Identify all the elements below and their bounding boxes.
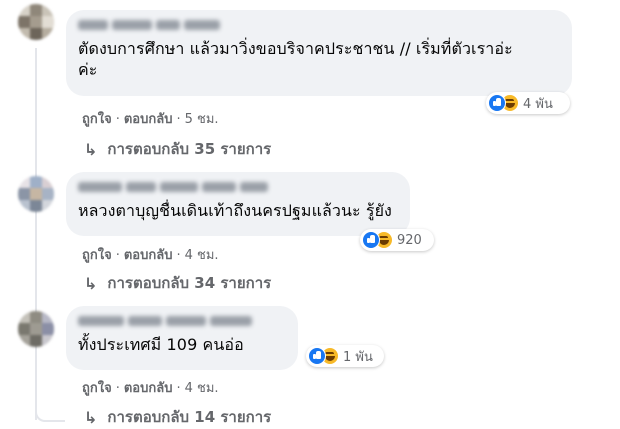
timestamp[interactable]: 4 ชม. (185, 248, 219, 263)
reaction-summary[interactable]: 4 พัน (486, 92, 570, 114)
comment-text: ทั้งประเทศมี 109 คนอ่อ (78, 335, 244, 354)
replies-count-label: การตอบกลับ 14 รายการ (107, 408, 272, 426)
comment-actions: ถูกใจ · ตอบกลับ · 5 ชม. (82, 108, 219, 129)
thread-connector (35, 400, 65, 422)
timestamp[interactable]: 5 ชม. (185, 112, 219, 127)
separator: · (176, 112, 181, 127)
separator: · (176, 381, 181, 396)
reply-arrow-icon: ↳ (84, 139, 98, 159)
like-button[interactable]: ถูกใจ (82, 381, 112, 396)
like-button[interactable]: ถูกใจ (82, 112, 112, 127)
comment-bubble: ตัดงบการศึกษา แล้วมาวิ่งขอบริจาคประชาชน … (66, 10, 572, 96)
thread-line (35, 48, 37, 420)
comment-bubble: ทั้งประเทศมี 109 คนอ่อ (66, 306, 298, 370)
reply-button[interactable]: ตอบกลับ (124, 248, 173, 263)
commenter-name[interactable] (78, 18, 560, 32)
comment-text: หลวงตาบุญชื่นเดินเท้าถึงนครปฐมแล้วนะ รู้… (78, 201, 392, 220)
separator: · (115, 248, 120, 263)
comment-text: ตัดงบการศึกษา แล้วมาวิ่งขอบริจาคประชาชน … (78, 39, 513, 58)
view-replies-link[interactable]: ↳ การตอบกลับ 34 รายการ (84, 271, 271, 295)
replies-count-label: การตอบกลับ 35 รายการ (107, 140, 272, 158)
separator: · (176, 248, 181, 263)
commenter-name[interactable] (78, 180, 398, 194)
reply-button[interactable]: ตอบกลับ (124, 381, 173, 396)
commenter-name[interactable] (78, 314, 286, 328)
reaction-count: 1 พัน (343, 349, 373, 365)
comment-actions: ถูกใจ · ตอบกลับ · 4 ชม. (82, 377, 219, 398)
separator: · (115, 381, 120, 396)
like-button[interactable]: ถูกใจ (82, 248, 112, 263)
separator: · (115, 112, 120, 127)
avatar[interactable] (18, 176, 54, 212)
reaction-count: 920 (397, 232, 422, 248)
reaction-count: 4 พัน (523, 96, 553, 112)
comment-bubble: หลวงตาบุญชื่นเดินเท้าถึงนครปฐมแล้วนะ รู้… (66, 172, 410, 236)
avatar[interactable] (18, 311, 54, 347)
reply-arrow-icon: ↳ (84, 273, 98, 293)
comment-text-continued: ค่ะ (78, 60, 98, 79)
like-reaction-icon (362, 231, 380, 249)
timestamp[interactable]: 4 ชม. (185, 381, 219, 396)
reply-button[interactable]: ตอบกลับ (124, 112, 173, 127)
avatar[interactable] (18, 4, 54, 40)
reply-arrow-icon: ↳ (84, 407, 98, 427)
view-replies-link[interactable]: ↳ การตอบกลับ 35 รายการ (84, 137, 271, 161)
reaction-summary[interactable]: 1 พัน (306, 345, 384, 367)
view-replies-link[interactable]: ↳ การตอบกลับ 14 รายการ (84, 405, 271, 429)
like-reaction-icon (488, 94, 506, 112)
replies-count-label: การตอบกลับ 34 รายการ (107, 274, 272, 292)
comment-actions: ถูกใจ · ตอบกลับ · 4 ชม. (82, 244, 219, 265)
reaction-summary[interactable]: 920 (360, 229, 434, 251)
like-reaction-icon (308, 347, 326, 365)
